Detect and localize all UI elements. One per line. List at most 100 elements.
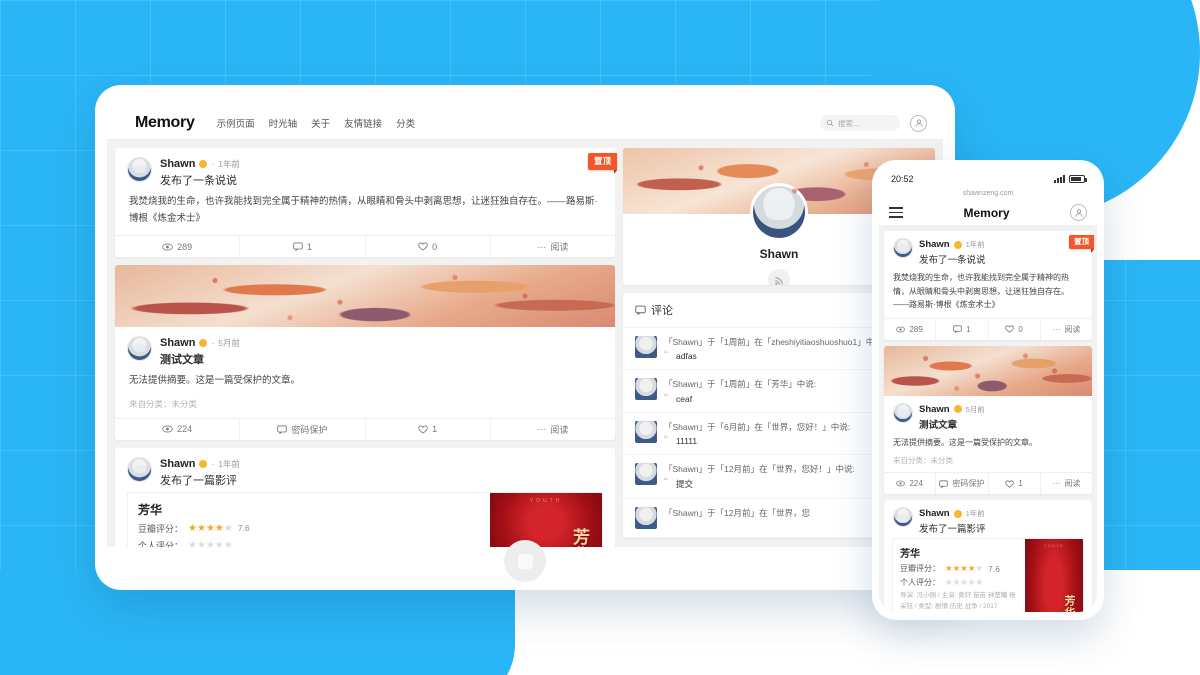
post-time-value: 1年前 [218,458,241,469]
read-action[interactable]: ··· 阅读 [1041,319,1092,340]
avatar [635,420,657,443]
comment-icon [293,242,303,252]
personal-stars[interactable]: ★★★★★ [188,540,233,547]
movie-info: 芳华 豆瓣评分： ★★★★★ 7.6 个人评分： ★★★★★ 导演: 冯小刚 /… [893,539,1025,612]
mobile-brand[interactable]: Memory [903,206,1070,220]
password-protected-action[interactable]: 密码保护 [240,418,366,440]
douban-rating-label: 豆瓣评分： [900,564,940,574]
comments-action[interactable]: 1 [936,318,989,340]
tablet-screen: Memory 示例页面 时光轴 关于 友情链接 分类 搜索... 置顶 Shaw… [107,107,943,547]
more-icon: ··· [537,241,547,252]
user-icon [914,119,923,127]
avatar [893,238,913,258]
comment-icon [277,425,288,434]
pinned-badge: 置顶 [587,153,618,174]
nav-item-timeline[interactable]: 时光轴 [269,116,298,130]
post-action: 发布了一条说说 [160,175,237,187]
views-action[interactable]: 289 [115,236,241,258]
phone-url-bar[interactable]: shawnzeng.com [879,190,1097,200]
post-card-shuoshuo[interactable]: 置顶 Shawn · 1年前 发布了一条说说 我焚烧我的生命，也许我能找到完全属… [115,148,618,258]
views-action[interactable]: 289 [884,318,937,340]
screenshot-stage: Memory 示例页面 时光轴 关于 友情链接 分类 搜索... 置顶 Shaw… [0,0,1200,675]
menu-icon[interactable] [889,207,903,218]
home-square-icon [517,553,533,569]
signal-icon [1054,175,1065,183]
post-author-row: Shawn · 1年前 [160,158,240,170]
movie-card[interactable]: 芳华 豆瓣评分： ★★★★★ 7.6 个人评分： ★★★★★ YOUTH 芳华 [127,491,603,547]
avatar [893,507,913,528]
post-author: Shawn [919,403,950,415]
views-action[interactable]: 224 [884,473,937,495]
personal-rating-label: 个人评分： [138,540,184,547]
views-action[interactable]: 224 [115,418,241,440]
personal-rating-label: 个人评分： [900,578,940,588]
search-input[interactable]: 搜索... [820,115,900,131]
password-protected-action[interactable]: 密码保护 [936,473,989,495]
verified-icon [199,339,208,348]
nav-item-examples[interactable]: 示例页面 [217,116,255,130]
comment-icon [939,480,949,488]
post-body: 我焚烧我的生命，也许我能找到完全属于精神的热情，从眼睛和骨头中剥离思想，让迷狂独… [129,196,598,224]
user-account-button[interactable] [910,114,927,132]
avatar [893,402,913,423]
verified-icon [953,240,962,249]
post-author: Shawn [919,508,950,520]
post-banner-image [884,345,1092,396]
post-author-row: Shawn · 5月前 [160,337,240,349]
post-meta: Shawn 1年前 发布了一条说说 [919,238,986,266]
mobile-post-card-shuoshuo[interactable]: 置顶 Shawn 1年前 发布了一条说说 我焚烧我的生命，也许我能找到完全属于精… [884,231,1094,340]
likes-count: 1 [1018,479,1023,489]
nav-item-links[interactable]: 友情链接 [344,116,382,130]
mobile-content: 置顶 Shawn 1年前 发布了一条说说 我焚烧我的生命，也许我能找到完全属于精… [879,226,1097,612]
post-title[interactable]: 测试文章 [919,417,985,431]
likes-count: 0 [432,241,438,252]
movie-card[interactable]: 芳华 豆瓣评分： ★★★★★ 7.6 个人评分： ★★★★★ 导演: 冯小刚 /… [892,538,1084,612]
post-time-value: 1年前 [218,159,241,169]
likes-action[interactable]: 0 [989,318,1041,340]
comments-action[interactable]: 1 [240,236,366,258]
post-author-row: Shawn 1年前 [919,239,986,250]
nav-item-about[interactable]: 关于 [311,116,330,130]
search-placeholder: 搜索... [838,118,860,128]
phone-clock: 20:52 [891,174,914,184]
tablet-home-button[interactable] [504,540,546,582]
movie-credits: 导演: 冯小刚 / 主演: 黄轩 苗苗 钟楚曦 杨采钰 / 类型: 剧情 历史 … [900,592,1016,610]
personal-stars[interactable]: ★★★★★ [945,577,983,588]
read-action[interactable]: ··· 阅读 [491,236,615,257]
douban-score: 7.6 [988,563,1000,574]
read-label: 阅读 [1064,479,1081,489]
mobile-post-card-test-article[interactable]: Shawn 5月前 测试文章 无法提供摘要。这是一篇受保护的文章。 来自分类：未… [884,345,1092,495]
views-count: 289 [177,241,193,252]
post-header: Shawn 1年前 发布了一条说说 [884,231,1092,269]
personal-rating-row: 个人评分： ★★★★★ [138,539,480,547]
post-card-test-article[interactable]: Shawn · 5月前 测试文章 无法提供摘要。这是一篇受保护的文章。 来自分类… [115,265,615,440]
post-author-row: Shawn · 1年前 [160,458,240,470]
post-time-value: 1年前 [965,240,985,249]
douban-rating-row: 豆瓣评分： ★★★★★ 7.6 [900,563,1018,574]
profile-avatar[interactable] [750,183,808,241]
tablet-device: Memory 示例页面 时光轴 关于 友情链接 分类 搜索... 置顶 Shaw… [95,85,955,590]
heart-icon [418,425,428,434]
mobile-user-account-button[interactable] [1070,204,1087,221]
post-header: Shawn · 5月前 测试文章 [115,327,615,371]
pinned-badge: 置顶 [1069,235,1094,253]
read-action[interactable]: ··· 阅读 [491,419,615,440]
mobile-post-card-movie-review[interactable]: Shawn 1年前 发布了一篇影评 芳华 豆瓣评分： ★★★★★ 7.6 个人评… [884,500,1092,612]
post-card-movie-review[interactable]: Shawn · 1年前 发布了一篇影评 芳华 豆瓣评分： ★★★★★ 7.6 个… [115,447,615,547]
site-brand[interactable]: Memory [135,114,195,132]
read-label: 阅读 [550,242,569,253]
douban-score: 7.6 [237,523,250,534]
rss-icon[interactable] [768,269,790,286]
movie-info: 芳华 豆瓣评分： ★★★★★ 7.6 个人评分： ★★★★★ [128,493,490,547]
likes-action[interactable]: 0 [366,236,491,258]
post-title[interactable]: 测试文章 [160,351,240,367]
post-author: Shawn [160,158,196,170]
heart-icon [418,242,428,251]
read-action[interactable]: ··· 阅读 [1041,473,1092,494]
post-author-row: Shawn 1年前 [919,508,986,519]
post-time: · [211,458,215,469]
nav-item-categories[interactable]: 分类 [396,116,415,130]
likes-action[interactable]: 1 [366,418,491,440]
likes-action[interactable]: 1 [989,473,1041,495]
post-category: 来自分类：未分类 [893,456,953,466]
